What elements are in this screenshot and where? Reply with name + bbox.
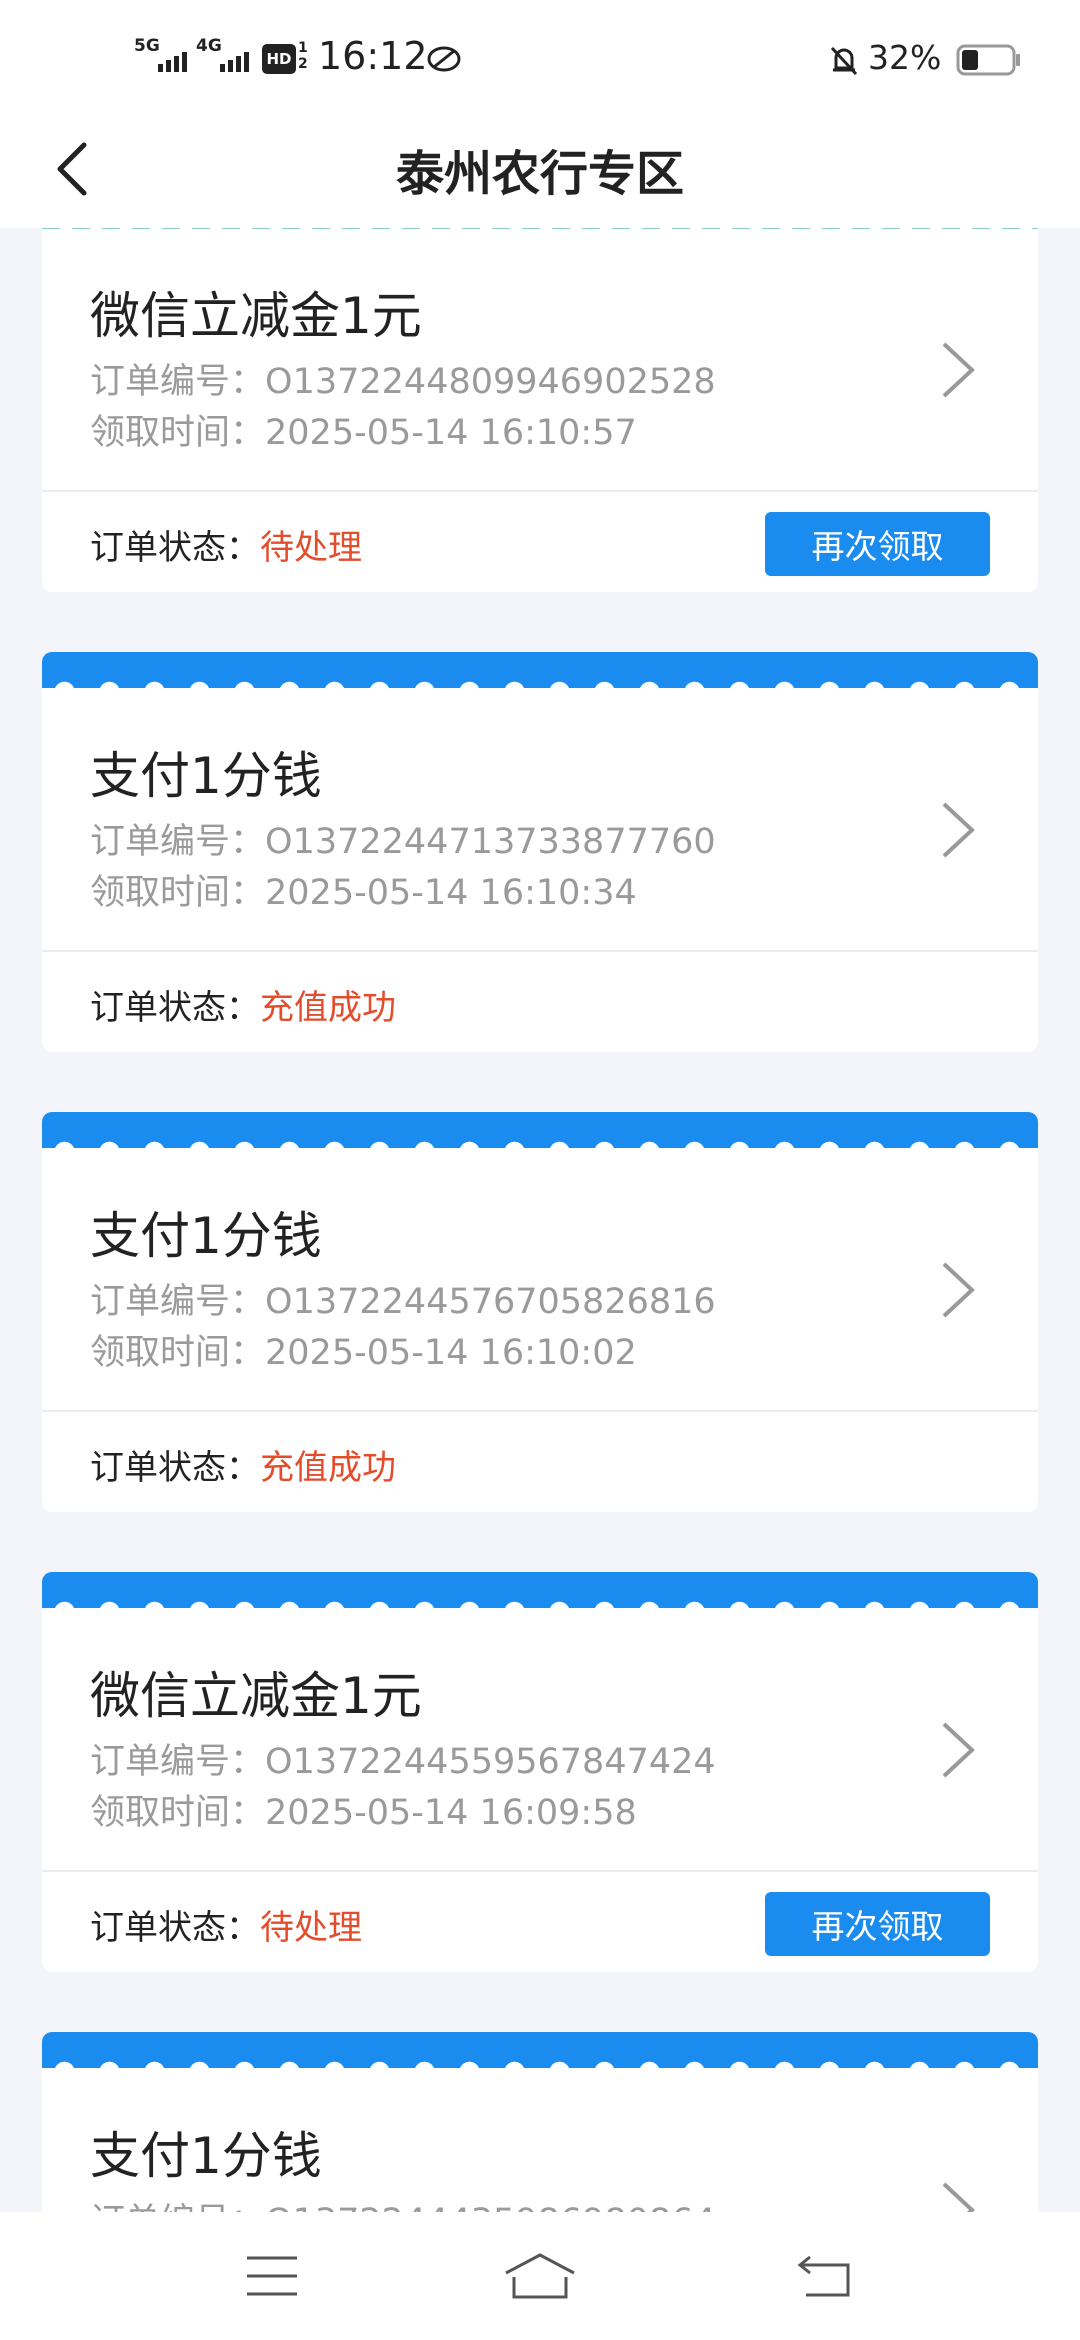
chevron-right-icon — [942, 342, 975, 398]
order-footer: 订单状态：充值成功 — [42, 950, 1038, 1052]
order-title: 支付1分钱 — [90, 747, 322, 805]
order-status: 订单状态：充值成功 — [90, 1448, 396, 1488]
clock: 16:12 — [318, 34, 428, 78]
ticket-edge — [42, 2032, 1038, 2068]
order-footer: 订单状态：待处理 再次领取 — [42, 490, 1038, 592]
chevron-right-icon — [942, 1722, 975, 1778]
sim1-label: 5G — [134, 36, 160, 56]
order-number: 订单编号：O1372244559567847424 — [90, 1742, 716, 1782]
order-list[interactable]: 微信立减金1元 订单编号：O1372244809946902528 领取时间：2… — [0, 228, 1080, 2212]
ticket-edge — [42, 652, 1038, 688]
signal-4g-icon: 4G — [196, 36, 249, 72]
menu-button[interactable] — [232, 2246, 312, 2306]
order-card[interactable]: 微信立减金1元 订单编号：O1372244559567847424 领取时间：2… — [42, 1572, 1038, 1972]
chevron-right-icon — [942, 1262, 975, 1318]
menu-icon — [247, 2256, 297, 2296]
system-nav-bar — [0, 2212, 1080, 2340]
order-card[interactable]: 支付1分钱 订单编号：O1372244576705826816 领取时间：202… — [42, 1112, 1038, 1512]
page-title: 泰州农行专区 — [395, 146, 684, 202]
sim2-label: 4G — [196, 36, 222, 56]
claim-time: 领取时间：2025-05-14 16:10:02 — [90, 1333, 637, 1373]
claim-time: 领取时间：2025-05-14 16:10:57 — [90, 413, 637, 453]
order-card[interactable]: 支付1分钱 订单编号：O1372244713733877760 领取时间：202… — [42, 652, 1038, 1052]
order-status: 订单状态：充值成功 — [90, 988, 396, 1028]
order-number: 订单编号：O1372244809946902528 — [90, 362, 716, 402]
order-footer: 订单状态：充值成功 — [42, 1410, 1038, 1512]
order-status: 订单状态：待处理 — [90, 528, 362, 568]
claim-time: 领取时间：2025-05-14 16:09:58 — [90, 1793, 637, 1833]
status-value: 待处理 — [260, 528, 362, 568]
order-number: 订单编号：O1372244713733877760 — [90, 822, 716, 862]
order-number: 订单编号：O1372244435986980864 — [90, 2193, 716, 2212]
status-value: 充值成功 — [260, 988, 396, 1028]
ticket-edge — [42, 1112, 1038, 1148]
battery-percent: 32% — [868, 38, 942, 77]
leaf-icon — [426, 44, 462, 78]
order-title: 微信立减金1元 — [90, 287, 422, 345]
order-card[interactable]: 支付1分钱 订单编号：O1372244435986980864 — [42, 2032, 1038, 2212]
order-footer: 订单状态：待处理 再次领取 — [42, 1870, 1038, 1972]
home-icon — [505, 2253, 575, 2299]
order-title: 支付1分钱 — [90, 1207, 322, 1265]
signal-5g-icon: 5G — [134, 36, 187, 72]
hd-voice-icon: HD — [262, 44, 296, 74]
reclaim-button[interactable]: 再次领取 — [765, 1892, 990, 1956]
reclaim-button[interactable]: 再次领取 — [765, 512, 990, 576]
status-value: 充值成功 — [260, 1448, 396, 1488]
ticket-edge — [42, 1572, 1038, 1608]
back-nav-button[interactable] — [786, 2246, 866, 2306]
order-status: 订单状态：待处理 — [90, 1908, 362, 1948]
order-title: 支付1分钱 — [90, 2127, 322, 2185]
order-card[interactable]: 微信立减金1元 订单编号：O1372244809946902528 领取时间：2… — [42, 228, 1038, 592]
bell-off-icon — [828, 44, 860, 82]
claim-time: 领取时间：2025-05-14 16:10:34 — [90, 873, 637, 913]
order-title: 微信立减金1元 — [90, 1667, 422, 1725]
chevron-right-icon — [942, 802, 975, 858]
hd-sub-label: 1 2 — [298, 40, 308, 72]
status-bar: 5G 4G HD 1 2 16:12 32% — [0, 0, 1080, 110]
chevron-right-icon — [942, 2182, 975, 2212]
back-icon — [797, 2255, 850, 2297]
status-value: 待处理 — [260, 1908, 362, 1948]
order-number: 订单编号：O1372244576705826816 — [90, 1282, 716, 1322]
battery-icon — [956, 44, 1022, 80]
home-button[interactable] — [500, 2246, 580, 2306]
app-header: 泰州农行专区 — [0, 110, 1080, 228]
